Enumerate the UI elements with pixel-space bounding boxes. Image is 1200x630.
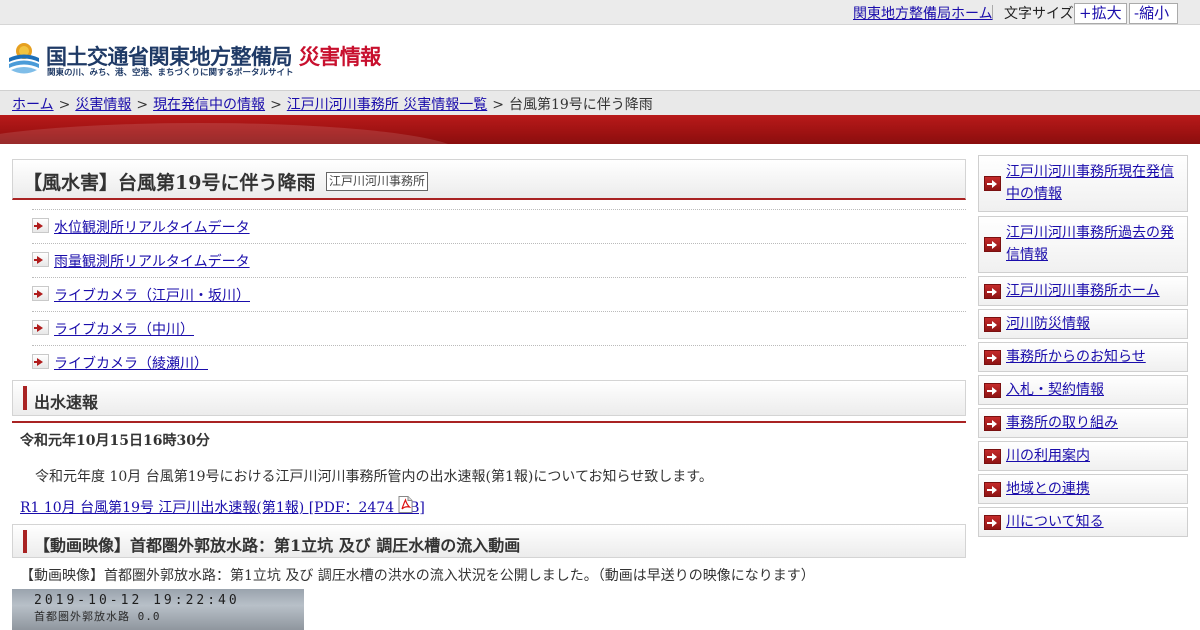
arrow-right-icon — [984, 176, 1001, 191]
side-item-about-river[interactable]: 川について知る — [978, 507, 1188, 537]
arrow-right-icon — [32, 218, 49, 233]
breadcrumb-bar: ホーム > 災害情報 > 現在発信中の情報 > 江戸川河川事務所 災害情報一覧 > 台風第19号… — [0, 90, 1200, 115]
arrow-right-icon — [984, 482, 1001, 497]
page-title: 【風水害】台風第19号に伴う降雨 — [23, 172, 316, 194]
side-link[interactable]: 事務所の取り組み — [1006, 412, 1184, 434]
arrow-right-icon — [984, 284, 1001, 299]
side-item-past-info[interactable]: 江戸川河川事務所過去の発信情報 — [978, 216, 1188, 273]
breadcrumb-home[interactable]: ホーム — [12, 97, 54, 113]
live-camera-edogawa-link[interactable]: ライブカメラ（江戸川・坂川） — [54, 285, 250, 305]
live-camera-nakagawa-link[interactable]: ライブカメラ（中川） — [54, 319, 194, 339]
live-camera-ayasegawa-link[interactable]: ライブカメラ（綾瀬川） — [54, 353, 208, 373]
rainfall-link[interactable]: 雨量観測所リアルタイムデータ — [54, 251, 250, 271]
side-item-office-home[interactable]: 江戸川河川事務所ホーム — [978, 276, 1188, 306]
video-timestamp: 2019-10-12 19:22:40 — [34, 593, 240, 608]
report-date: 令和元年10月15日16時30分 — [20, 433, 210, 449]
breadcrumb-disaster[interactable]: 災害情報 — [75, 97, 131, 113]
side-link[interactable]: 事務所からのお知らせ — [1006, 346, 1184, 368]
water-level-link[interactable]: 水位観測所リアルタイムデータ — [54, 217, 250, 237]
side-item-initiatives[interactable]: 事務所の取り組み — [978, 408, 1188, 438]
arrow-right-icon — [32, 354, 49, 369]
utility-bar: 関東地方整備局ホーム 文字サイズ +拡大 -縮小 — [0, 0, 1200, 25]
side-item-river-use[interactable]: 川の利用案内 — [978, 441, 1188, 471]
side-item-notices[interactable]: 事務所からのお知らせ — [978, 342, 1188, 372]
report-body: 令和元年度 10月 台風第19号における江戸川河川事務所管内の出水速報(第1報)… — [35, 469, 713, 485]
arrow-right-icon — [32, 320, 49, 335]
realtime-link-list: 水位観測所リアルタイムデータ 雨量観測所リアルタイムデータ ライブカメラ（江戸川… — [32, 209, 966, 379]
arrow-right-icon — [984, 449, 1001, 464]
kanto-home-link[interactable]: 関東地方整備局ホーム — [853, 3, 993, 23]
arrow-right-icon — [984, 515, 1001, 530]
breadcrumb-current: 台風第19号に伴う降雨 — [508, 97, 653, 113]
mlit-logo-icon[interactable] — [8, 41, 40, 77]
arrow-right-icon — [984, 237, 1001, 252]
side-link[interactable]: 江戸川河川事務所過去の発信情報 — [1006, 222, 1184, 266]
page-heading: 【風水害】台風第19号に伴う降雨 江戸川河川事務所 — [12, 159, 966, 200]
video-heading: 【動画映像】首都圏外郭放水路：第1立坑 及び 調圧水槽の流入動画 — [12, 524, 966, 558]
side-link[interactable]: 地域との連携 — [1006, 478, 1184, 500]
decorative-band — [0, 115, 1200, 144]
section-title: 出水速報 — [34, 393, 99, 412]
list-item: 雨量観測所リアルタイムデータ — [32, 243, 966, 277]
list-item: ライブカメラ（綾瀬川） — [32, 345, 966, 379]
side-link[interactable]: 川について知る — [1006, 511, 1184, 533]
breadcrumb: ホーム > 災害情報 > 現在発信中の情報 > 江戸川河川事務所 災害情報一覧 > 台風第19号… — [12, 97, 653, 113]
list-item: 水位観測所リアルタイムデータ — [32, 209, 966, 243]
arrow-right-icon — [984, 416, 1001, 431]
list-item: ライブカメラ（江戸川・坂川） — [32, 277, 966, 311]
side-item-current-info[interactable]: 江戸川河川事務所現在発信中の情報 — [978, 155, 1188, 212]
side-item-river-disaster[interactable]: 河川防災情報 — [978, 309, 1188, 339]
arrow-right-icon — [984, 317, 1001, 332]
flood-report-pdf-link[interactable]: R1 10月 台風第19号 江戸川出水速報(第1報) [PDF：2474 KB] — [20, 497, 425, 517]
side-item-community[interactable]: 地域との連携 — [978, 474, 1188, 504]
arrow-right-icon — [32, 252, 49, 267]
breadcrumb-current-info[interactable]: 現在発信中の情報 — [153, 97, 265, 113]
video-caption: 首都圏外郭放水路 0.0 — [34, 610, 161, 623]
arrow-right-icon — [984, 383, 1001, 398]
breadcrumb-office-list[interactable]: 江戸川河川事務所 災害情報一覧 — [287, 97, 487, 113]
font-size-label: 文字サイズ — [1004, 6, 1074, 22]
side-link[interactable]: 江戸川河川事務所ホーム — [1006, 280, 1184, 302]
font-shrink-button[interactable]: -縮小 — [1129, 3, 1178, 24]
arrow-right-icon — [32, 286, 49, 301]
side-link[interactable]: 入札・契約情報 — [1006, 379, 1184, 401]
divider — [12, 421, 966, 423]
font-enlarge-button[interactable]: +拡大 — [1074, 3, 1127, 24]
video-description: 【動画映像】首都圏外郭放水路：第1立坑 及び 調圧水槽の洪水の流入状況を公開しま… — [20, 568, 815, 584]
side-link[interactable]: 河川防災情報 — [1006, 313, 1184, 335]
site-subtitle: 関東の川、みち、港、空港、まちづくりに関するポータルサイト — [47, 68, 294, 78]
office-tag: 江戸川河川事務所 — [326, 172, 429, 191]
flood-report-heading: 出水速報 — [12, 380, 966, 416]
video-thumbnail[interactable]: 2019-10-12 19:22:40 首都圏外郭放水路 0.0 — [12, 589, 304, 630]
side-link[interactable]: 川の利用案内 — [1006, 445, 1184, 467]
section-title: 【動画映像】首都圏外郭放水路：第1立坑 及び 調圧水槽の流入動画 — [34, 536, 521, 555]
divider — [992, 5, 993, 19]
arrow-right-icon — [984, 350, 1001, 365]
side-link[interactable]: 江戸川河川事務所現在発信中の情報 — [1006, 161, 1184, 205]
site-title-accent: 災害情報 — [298, 45, 382, 69]
pdf-icon — [398, 496, 413, 513]
side-item-bidding[interactable]: 入札・契約情報 — [978, 375, 1188, 405]
list-item: ライブカメラ（中川） — [32, 311, 966, 345]
